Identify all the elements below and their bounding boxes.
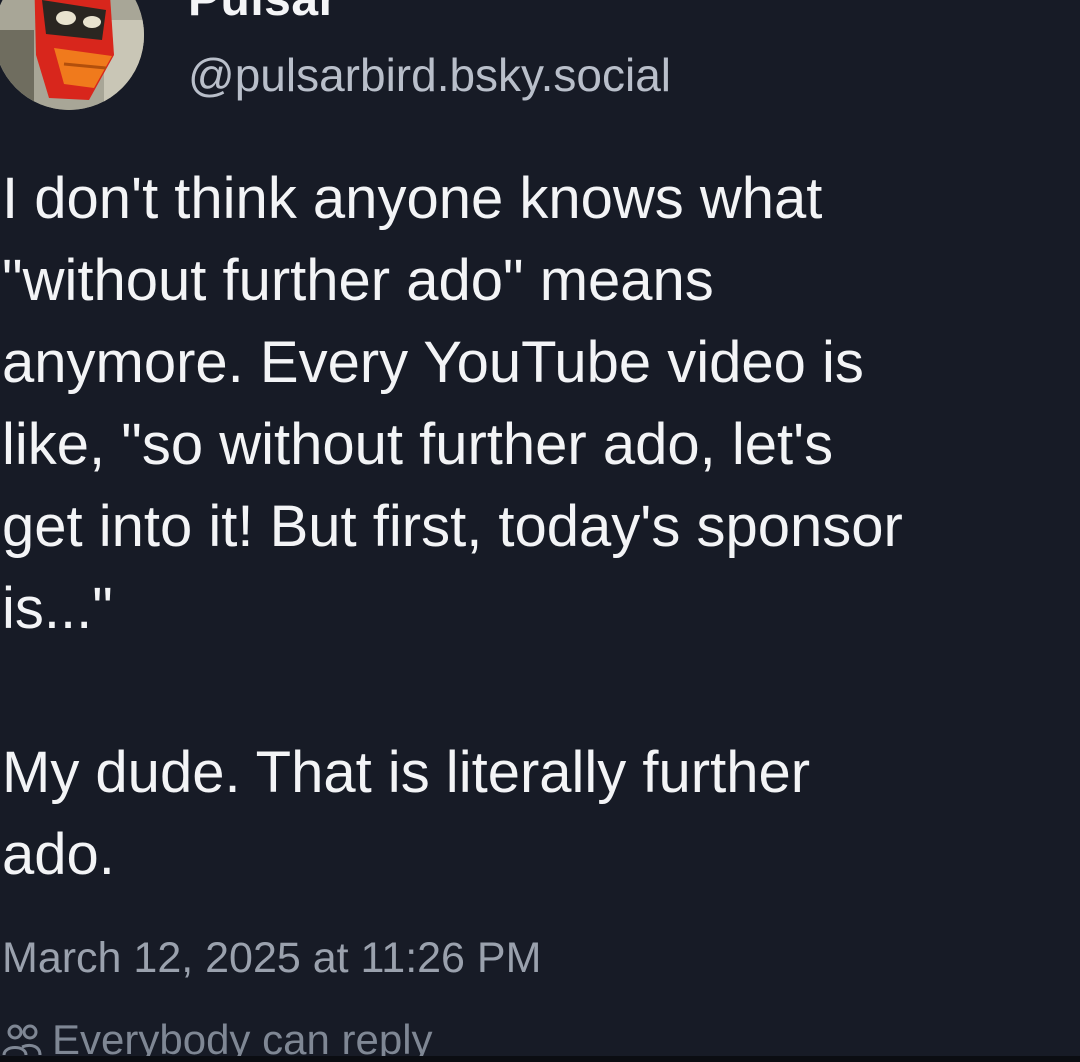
red-bird-avatar-icon [0, 0, 144, 110]
post-text: I don't think anyone knows what "without… [2, 158, 1080, 896]
bottom-divider [0, 1056, 1080, 1062]
post-text-line: "without further ado" means [2, 248, 714, 313]
post-text-line: like, "so without further ado, let's [2, 412, 834, 477]
post-card: Pulsar @pulsarbird.bsky.social I don't t… [0, 0, 1080, 1062]
avatar[interactable] [0, 0, 144, 110]
people-icon [2, 1023, 42, 1057]
post-text-line: I don't think anyone knows what [2, 166, 823, 231]
post-text-line: My dude. That is literally further [2, 740, 811, 805]
post-text-line: anymore. Every YouTube video is [2, 330, 864, 395]
post-text-line: ado. [2, 822, 115, 887]
post-text-line: is..." [2, 576, 113, 641]
post-timestamp[interactable]: March 12, 2025 at 11:26 PM [2, 934, 541, 983]
author-handle[interactable]: @pulsarbird.bsky.social [188, 48, 671, 102]
author-display-name[interactable]: Pulsar [188, 0, 338, 27]
post-text-line: get into it! But first, today's sponsor [2, 494, 903, 559]
